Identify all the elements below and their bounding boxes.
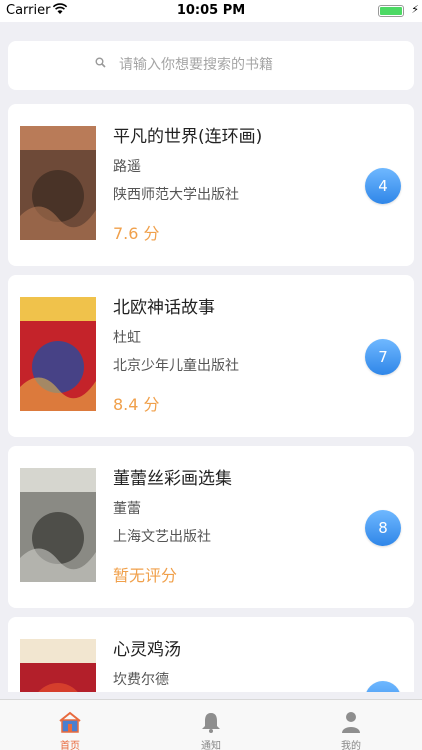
tab-profile[interactable]: 我的 (281, 700, 421, 750)
home-icon (59, 711, 81, 733)
book-list[interactable]: 平凡的世界(连环画) 路遥陕西师范大学出版社 7.6 分 4 北欧神话故事杜虹北京少年儿… (0, 0, 422, 692)
book-title[interactable]: 北欧神话故事 (113, 293, 215, 318)
book-score: 8.4 分 (113, 395, 160, 414)
book-title[interactable]: 心灵鸡汤 (113, 635, 181, 660)
book-cover-image (20, 126, 96, 240)
book-title[interactable]: 平凡的世界(连环画) (113, 122, 262, 147)
bell-icon (202, 713, 220, 733)
book-title[interactable]: 董蕾丝彩画选集 (113, 464, 232, 489)
tab-home[interactable]: 首页 (0, 700, 140, 750)
book-score: 暂无评分 (113, 566, 178, 585)
book-cover-image (20, 468, 96, 582)
tab-home-label: 首页 (60, 741, 80, 750)
search-input[interactable] (119, 54, 379, 76)
search-bar[interactable] (8, 41, 414, 90)
count-badge (365, 681, 401, 692)
count-badge: 4 (365, 168, 401, 204)
count-badge: 8 (365, 510, 401, 546)
book-publisher: 上海文艺出版社 (113, 529, 211, 545)
book-card[interactable]: 北欧神话故事杜虹北京少年儿童出版社 8.4 分 7 (8, 275, 414, 437)
book-author: 董蕾 (113, 501, 141, 517)
tab-bar: 首页 通知 我的 (0, 699, 422, 750)
book-score: 7.6 分 (113, 224, 160, 243)
book-cover-image (20, 297, 96, 411)
book-author: 坎费尔德 (113, 672, 169, 688)
book-card[interactable]: 平凡的世界(连环画) 路遥陕西师范大学出版社 7.6 分 4 (8, 104, 414, 266)
tab-profile-label: 我的 (341, 741, 361, 750)
book-publisher: 陕西师范大学出版社 (113, 187, 239, 203)
book-card[interactable]: 心灵鸡汤 坎费尔德 (8, 617, 414, 692)
tab-notifications[interactable]: 通知 (141, 700, 281, 750)
book-publisher: 北京少年儿童出版社 (113, 358, 239, 374)
search-icon (95, 57, 106, 68)
book-cover-image (20, 639, 96, 692)
book-author: 路遥 (113, 159, 141, 175)
book-card[interactable]: 董蕾丝彩画选集董蕾上海文艺出版社 暂无评分 8 (8, 446, 414, 608)
tab-notifications-label: 通知 (201, 741, 221, 750)
book-author: 杜虹 (113, 330, 141, 346)
count-badge: 7 (365, 339, 401, 375)
person-icon (342, 712, 360, 733)
